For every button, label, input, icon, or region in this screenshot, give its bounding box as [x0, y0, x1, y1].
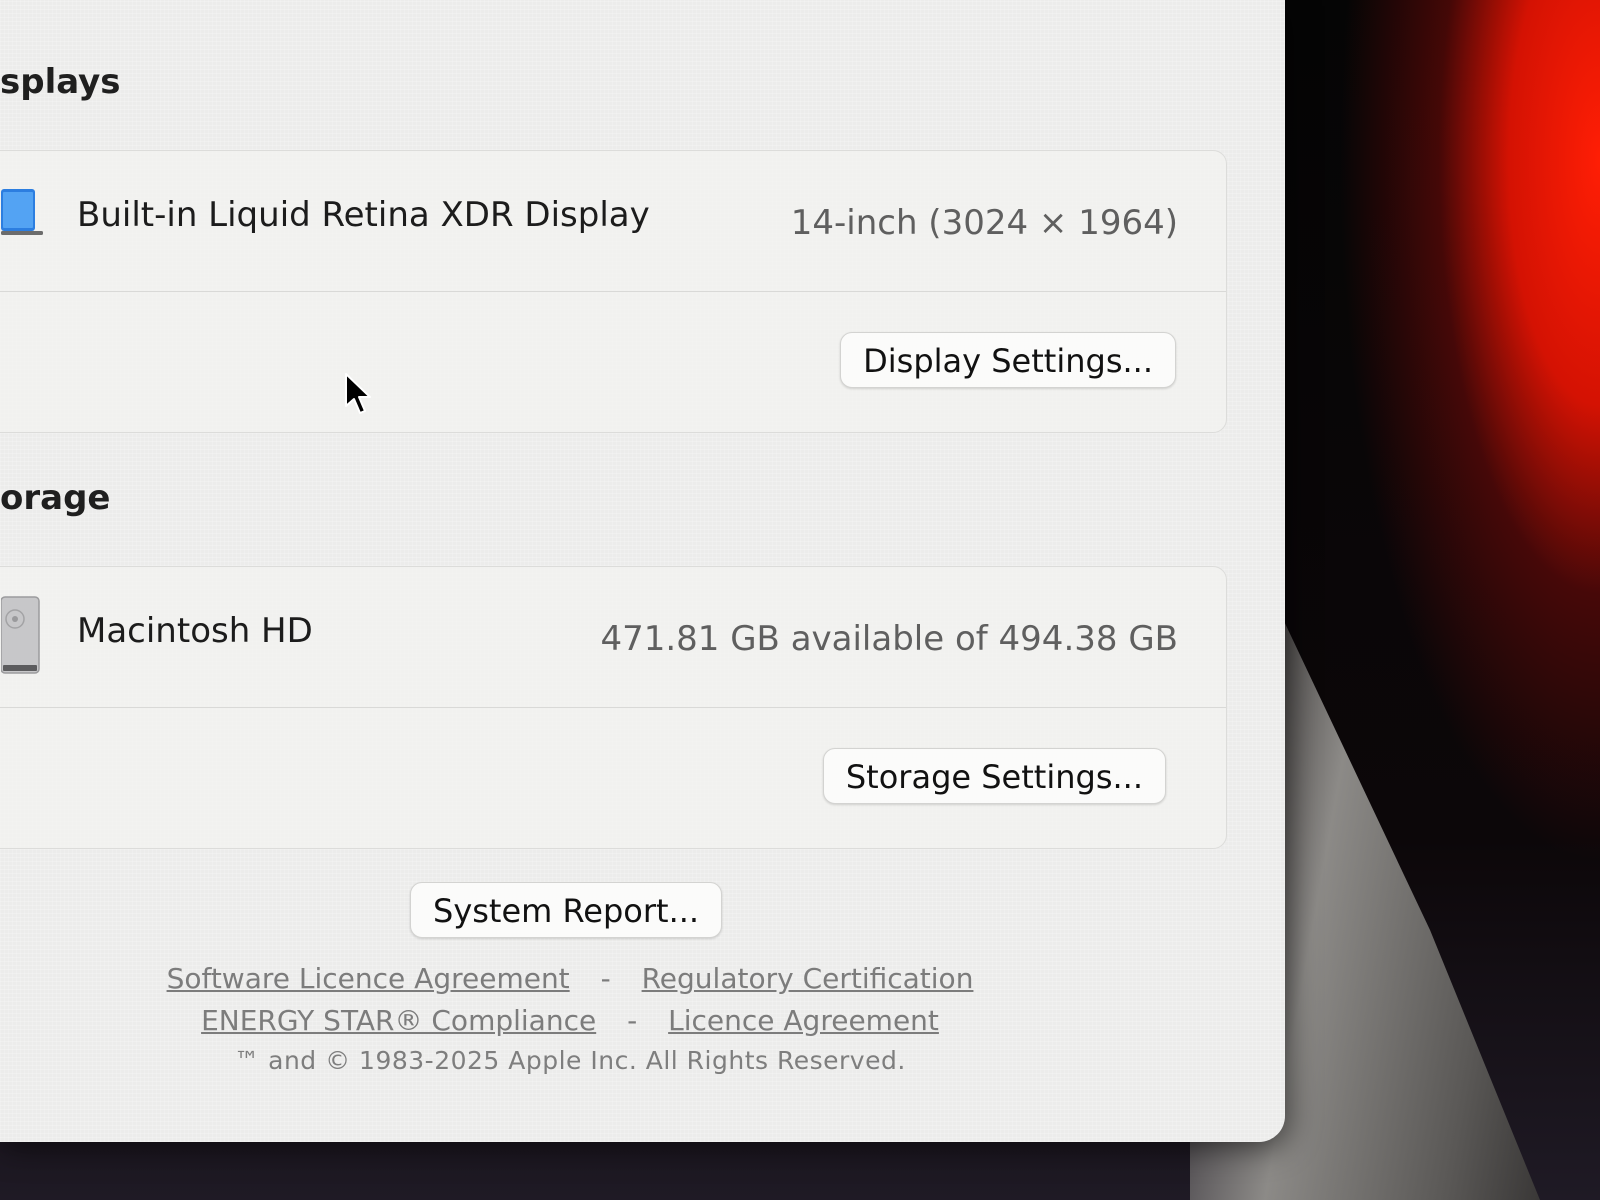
- displays-section-title: splays: [0, 62, 121, 102]
- storage-group: Macintosh HD 471.81 GB available of 494.…: [0, 566, 1227, 849]
- storage-row: Macintosh HD 471.81 GB available of 494.…: [0, 567, 1226, 708]
- storage-settings-button[interactable]: Storage Settings...: [822, 748, 1166, 804]
- display-settings-button[interactable]: Display Settings...: [840, 332, 1176, 388]
- storage-name: Macintosh HD: [77, 611, 313, 651]
- copyright-notice: ™ and © 1983-2025 Apple Inc. All Rights …: [234, 1046, 906, 1075]
- displays-group: Built-in Liquid Retina XDR Display 14-in…: [0, 150, 1227, 433]
- storage-availability: 471.81 GB available of 494.38 GB: [600, 619, 1178, 659]
- link-separator: -: [627, 1004, 638, 1037]
- energy-star-compliance-link[interactable]: ENERGY STAR® Compliance: [201, 1004, 596, 1037]
- link-separator: -: [600, 962, 611, 995]
- display-row: Built-in Liquid Retina XDR Display 14-in…: [0, 151, 1226, 292]
- legal-links-row-1: Software Licence Agreement - Regulatory …: [0, 962, 1140, 995]
- regulatory-certification-link[interactable]: Regulatory Certification: [642, 962, 974, 995]
- display-name: Built-in Liquid Retina XDR Display: [77, 195, 650, 235]
- system-report-button[interactable]: System Report...: [410, 882, 723, 938]
- legal-links-row-2: ENERGY STAR® Compliance - Licence Agreem…: [0, 1004, 1140, 1037]
- display-resolution: 14-inch (3024 × 1964): [790, 203, 1178, 243]
- storage-settings-row: Storage Settings...: [0, 708, 1226, 848]
- software-licence-agreement-link[interactable]: Software Licence Agreement: [167, 962, 570, 995]
- mouse-pointer-icon: [344, 372, 374, 420]
- laptop-display-icon: [1, 185, 45, 249]
- licence-agreement-link[interactable]: Licence Agreement: [668, 1004, 939, 1037]
- storage-section-title: orage: [0, 478, 111, 518]
- hard-drive-icon: [0, 591, 45, 685]
- about-this-mac-window: splays Built-in Liquid Retina XDR Displa…: [0, 0, 1285, 1142]
- display-settings-row: Display Settings...: [0, 292, 1226, 432]
